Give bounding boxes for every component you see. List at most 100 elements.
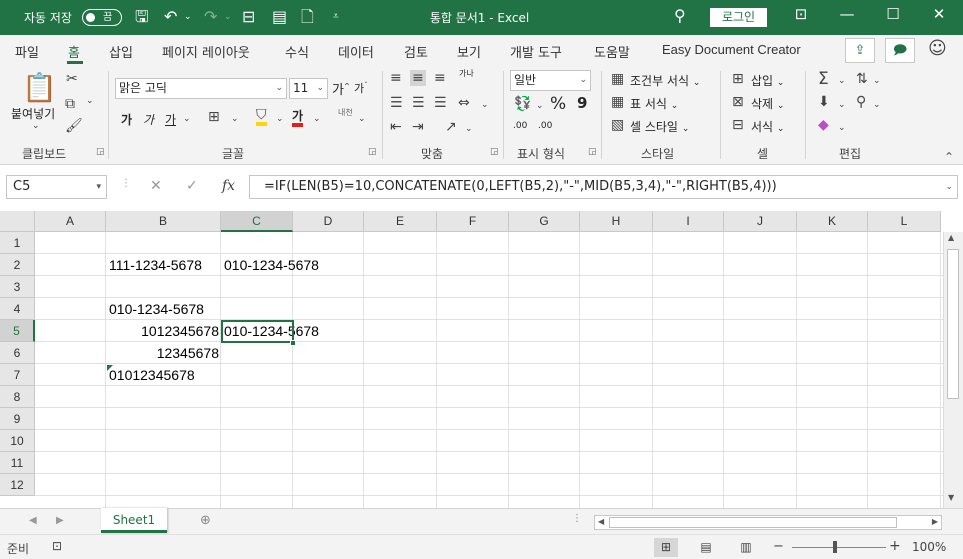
row-header-7[interactable]: 7 xyxy=(0,364,35,386)
paste-button[interactable]: 붙여넣기 xyxy=(11,105,55,122)
column-header-l[interactable]: L xyxy=(868,211,941,232)
row-header-1[interactable]: 1 xyxy=(0,232,35,254)
clipboard-launcher-icon[interactable]: ◲ xyxy=(96,147,105,157)
horizontal-scrollbar[interactable]: ◀ ▶ xyxy=(594,515,942,530)
vertical-scroll-thumb[interactable] xyxy=(947,249,959,399)
row-header-6[interactable]: 6 xyxy=(0,342,35,364)
row-header-4[interactable]: 4 xyxy=(0,298,35,320)
scroll-up-icon[interactable]: ▲ xyxy=(948,233,954,242)
bold-button[interactable]: 가 xyxy=(121,111,132,128)
zoom-slider-thumb[interactable] xyxy=(833,541,837,553)
paste-dropdown-icon[interactable]: ⌄ xyxy=(32,121,40,131)
fill-icon[interactable]: ⬇ xyxy=(818,94,830,110)
tab-page-layout[interactable]: 페이지 레이아웃 xyxy=(162,42,250,61)
alignment-launcher-icon[interactable]: ◲ xyxy=(490,147,499,157)
insert-function-icon[interactable]: fx xyxy=(222,178,235,194)
accounting-format-icon[interactable]: 💱 xyxy=(514,96,531,112)
name-box[interactable]: C5 ▾ xyxy=(6,175,107,199)
cancel-icon[interactable]: ✕ xyxy=(150,178,162,194)
cell-b7[interactable]: 01012345678 xyxy=(107,364,197,386)
normal-view-icon[interactable]: ⊞ xyxy=(654,538,678,557)
comments-button[interactable]: 🗩 xyxy=(885,38,915,63)
scroll-down-icon[interactable]: ▼ xyxy=(948,493,954,502)
previous-sheet-icon[interactable]: ◀ xyxy=(29,515,37,526)
cell-c2[interactable]: 010-1234-5678 xyxy=(222,254,321,276)
page-layout-view-icon[interactable]: ▤ xyxy=(694,538,718,557)
fill-color-dropdown-icon[interactable]: ⌄ xyxy=(276,114,284,124)
conditional-format-icon[interactable]: ▦ xyxy=(611,71,624,87)
cell-styles-icon[interactable]: ▧ xyxy=(611,117,624,133)
align-left-icon[interactable]: ☰ xyxy=(390,95,403,111)
phonetic-button[interactable]: 내천 xyxy=(338,107,353,118)
macro-record-icon[interactable]: ⊡ xyxy=(52,539,62,553)
find-select-icon[interactable]: ⚲ xyxy=(856,94,866,110)
number-format-combo[interactable]: 일반 ⌄ xyxy=(510,70,591,91)
column-header-d[interactable]: D xyxy=(293,211,364,232)
login-button[interactable]: 로그인 xyxy=(710,8,767,27)
column-header-j[interactable]: J xyxy=(724,211,797,232)
align-top-icon[interactable]: ≡ xyxy=(390,70,402,86)
column-header-i[interactable]: I xyxy=(653,211,724,232)
cell-styles-button[interactable]: 셀 스타일 ⌄ xyxy=(630,118,689,135)
align-center-icon[interactable]: ☰ xyxy=(412,95,425,111)
horizontal-scroll-thumb[interactable] xyxy=(609,517,897,528)
sheet-tab-sheet1[interactable]: Sheet1 xyxy=(101,508,167,533)
orientation-dropdown-icon[interactable]: ⌄ xyxy=(465,124,473,134)
insert-cells-icon[interactable]: ⊞ xyxy=(732,71,744,87)
clear-icon[interactable]: ◆ xyxy=(818,117,829,133)
fill-handle[interactable] xyxy=(290,340,296,346)
cell-b6[interactable]: 12345678 xyxy=(106,342,221,364)
cell-b4[interactable]: 010-1234-5678 xyxy=(107,298,206,320)
tab-insert[interactable]: 삽입 xyxy=(109,42,133,61)
orientation-icon[interactable]: ↗ xyxy=(445,119,457,135)
column-header-b[interactable]: B xyxy=(106,211,221,232)
column-header-e[interactable]: E xyxy=(364,211,437,232)
zoom-slider-track[interactable] xyxy=(792,547,886,548)
row-header-5[interactable]: 5 xyxy=(0,320,35,342)
tab-split-handle-icon[interactable]: ⋮ xyxy=(572,513,582,524)
formula-input[interactable]: =IF(LEN(B5)=10,CONCATENATE(0,LEFT(B5,2),… xyxy=(249,175,958,199)
collapse-ribbon-icon[interactable]: ⌃ xyxy=(944,150,954,164)
paste-icon[interactable]: 📋 xyxy=(22,71,57,104)
tab-file[interactable]: 파일 xyxy=(15,42,39,61)
share-button[interactable]: ⇪ xyxy=(845,38,875,63)
autosum-icon[interactable]: Σ xyxy=(818,69,829,89)
copy-icon[interactable]: ⧉ xyxy=(65,96,75,112)
next-sheet-icon[interactable]: ▶ xyxy=(56,515,64,526)
format-as-table-button[interactable]: 표 서식 ⌄ xyxy=(630,95,678,112)
font-name-combo[interactable]: 맑은 고딕 ⌄ xyxy=(115,78,287,99)
row-header-11[interactable]: 11 xyxy=(0,452,35,474)
fill-color-icon[interactable]: ⛉ xyxy=(256,108,267,126)
percent-style-button[interactable]: % xyxy=(550,94,566,114)
font-size-combo[interactable]: 11 ⌄ xyxy=(289,78,328,99)
font-color-button[interactable]: 가 xyxy=(292,109,304,127)
clear-dropdown-icon[interactable]: ⌄ xyxy=(838,123,846,133)
row-header-12[interactable]: 12 xyxy=(0,474,35,496)
underline-dropdown-icon[interactable]: ⌄ xyxy=(183,114,191,124)
grow-font-button[interactable]: 가^ xyxy=(332,79,350,98)
row-header-10[interactable]: 10 xyxy=(0,430,35,452)
format-painter-icon[interactable]: 🖌 xyxy=(65,118,83,134)
column-header-a[interactable]: A xyxy=(35,211,106,232)
column-header-c[interactable]: C xyxy=(221,211,293,232)
align-middle-icon[interactable]: ≡ xyxy=(410,70,426,86)
row-header-2[interactable]: 2 xyxy=(0,254,35,276)
shrink-font-button[interactable]: 가ˇ xyxy=(354,80,368,96)
align-right-icon[interactable]: ☰ xyxy=(434,95,447,111)
increase-indent-icon[interactable]: ⇥ xyxy=(412,119,424,135)
column-header-h[interactable]: H xyxy=(580,211,653,232)
page-break-view-icon[interactable]: ▥ xyxy=(734,538,758,557)
cut-icon[interactable]: ✂ xyxy=(66,71,78,87)
zoom-level[interactable]: 100% xyxy=(912,540,946,554)
decrease-indent-icon[interactable]: ⇤ xyxy=(390,119,402,135)
increase-decimal-button[interactable]: .00 xyxy=(513,121,527,131)
tab-easy-document-creator[interactable]: Easy Document Creator xyxy=(662,42,801,57)
tab-review[interactable]: 검토 xyxy=(404,42,428,61)
format-cells-icon[interactable]: ⊟ xyxy=(732,117,744,133)
borders-icon[interactable]: ⊞ xyxy=(208,109,220,125)
copy-dropdown-icon[interactable]: ⌄ xyxy=(86,96,94,106)
merge-center-icon[interactable]: ⇔ xyxy=(458,95,470,111)
search-icon[interactable]: ⚲ xyxy=(674,6,686,25)
font-launcher-icon[interactable]: ◲ xyxy=(368,147,377,157)
expand-formula-icon[interactable]: ⌄ xyxy=(945,176,953,198)
